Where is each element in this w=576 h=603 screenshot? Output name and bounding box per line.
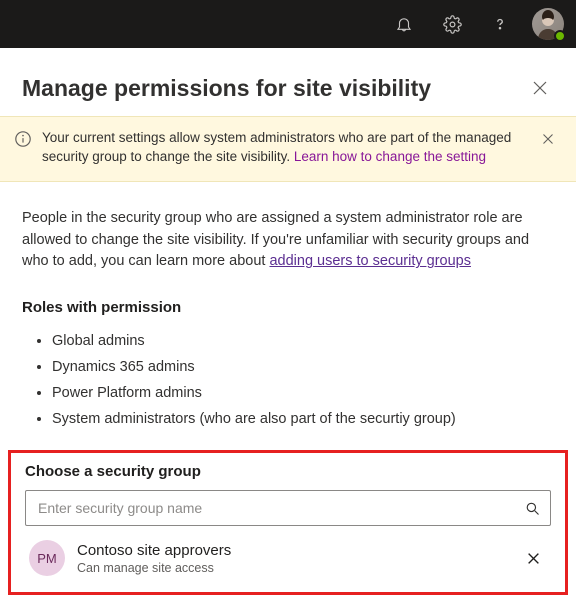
banner-text: Your current settings allow system admin… [42, 129, 528, 167]
selected-group-row: PM Contoso site approvers Can manage sit… [25, 526, 551, 578]
gear-icon[interactable] [432, 4, 472, 44]
help-icon[interactable] [480, 4, 520, 44]
intro-link[interactable]: adding users to security groups [269, 253, 471, 269]
close-panel-button[interactable] [526, 74, 554, 102]
group-name: Contoso site approvers [77, 541, 507, 561]
panel-body: People in the security group who are ass… [0, 182, 576, 433]
choose-group-heading: Choose a security group [25, 463, 551, 480]
security-group-search[interactable] [25, 490, 551, 526]
banner-close-button[interactable] [538, 129, 558, 149]
list-item: System administrators (who are also part… [52, 406, 554, 432]
list-item: Power Platform admins [52, 380, 554, 406]
presence-indicator [554, 30, 566, 42]
page-title: Manage permissions for site visibility [22, 75, 431, 102]
info-icon [14, 130, 32, 148]
roles-heading: Roles with permission [22, 299, 554, 316]
info-banner: Your current settings allow system admin… [0, 116, 576, 182]
group-subtext: Can manage site access [77, 560, 507, 576]
user-avatar[interactable] [532, 8, 564, 40]
highlight-frame: Choose a security group PM Contoso site … [8, 450, 568, 595]
app-topbar [0, 0, 576, 48]
panel-header: Manage permissions for site visibility [0, 48, 576, 116]
bell-icon[interactable] [384, 4, 424, 44]
roles-list: Global admins Dynamics 365 admins Power … [22, 328, 554, 432]
intro-paragraph: People in the security group who are ass… [22, 208, 554, 273]
banner-learn-link[interactable]: Learn how to change the setting [294, 149, 486, 164]
remove-group-button[interactable] [519, 544, 547, 572]
list-item: Dynamics 365 admins [52, 354, 554, 380]
security-group-input[interactable] [26, 500, 514, 516]
group-avatar: PM [29, 540, 65, 576]
search-icon[interactable] [514, 490, 550, 526]
list-item: Global admins [52, 328, 554, 354]
group-text: Contoso site approvers Can manage site a… [77, 541, 507, 577]
